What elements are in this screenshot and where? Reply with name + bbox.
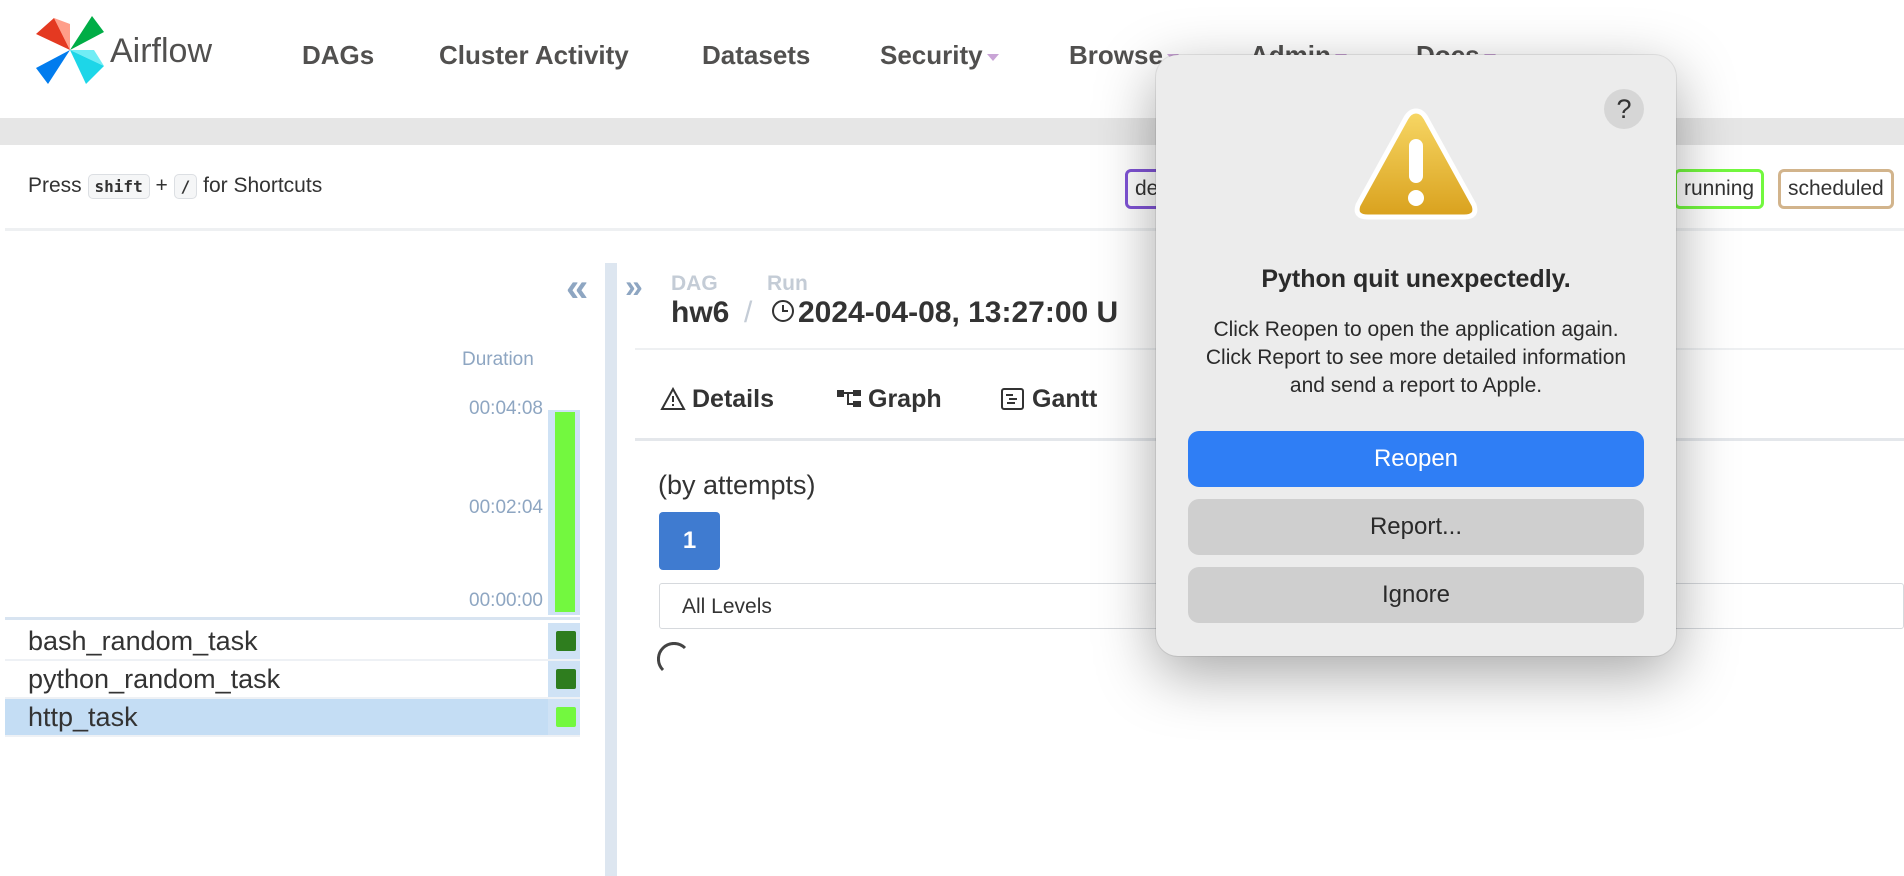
shift-key: shift (87, 174, 150, 199)
panel-resize-handle[interactable] (605, 263, 617, 876)
shortcuts-hint: Press shift + / for Shortcuts (28, 174, 323, 199)
dialog-message: Click Reopen to open the application aga… (1205, 318, 1627, 397)
task-name[interactable]: python_random_task (28, 664, 280, 695)
breadcrumb-dag-id[interactable]: hw6 (671, 296, 729, 330)
tab-gantt[interactable]: Gantt (1000, 385, 1097, 414)
log-level-value: All Levels (682, 595, 772, 618)
gantt-icon (1001, 388, 1024, 410)
nav-cluster-activity[interactable]: Cluster Activity (439, 40, 629, 71)
nav-dags[interactable]: DAGs (302, 40, 374, 71)
breadcrumb-dag-label: DAG (671, 272, 718, 295)
graph-icon (837, 390, 861, 407)
slash-key: / (173, 174, 198, 199)
airflow-logo[interactable] (34, 14, 106, 86)
duration-tick-zero: 00:00:00 (469, 590, 543, 611)
task-instance-status[interactable] (556, 707, 576, 727)
duration-label: Duration (462, 349, 534, 370)
run-duration-bar[interactable] (555, 412, 575, 612)
shortcuts-suffix: for Shortcuts (203, 174, 323, 197)
shortcuts-press-text: Press (28, 174, 82, 197)
nav-datasets[interactable]: Datasets (702, 40, 810, 71)
task-instance-status[interactable] (556, 669, 576, 689)
state-badge-scheduled[interactable]: scheduled (1778, 169, 1894, 209)
task-row[interactable]: python_random_task (5, 661, 580, 699)
breadcrumb-run-label: Run (767, 272, 808, 295)
task-row-selected[interactable]: http_task (5, 699, 580, 737)
report-button[interactable]: Report... (1188, 499, 1644, 555)
state-badge-running[interactable]: running (1674, 169, 1765, 209)
help-button[interactable]: ? (1604, 89, 1644, 129)
crash-dialog: ? Python quit unexpectedly. Click Reopen… (1156, 55, 1676, 656)
clock-icon (772, 300, 794, 322)
reopen-button[interactable]: Reopen (1188, 431, 1644, 487)
breadcrumb-separator: / (744, 296, 753, 329)
breadcrumb-run-id[interactable]: 2024-04-08, 13:27:00 U (798, 296, 1118, 330)
tab-details[interactable]: Details (660, 385, 774, 414)
task-row[interactable]: bash_random_task (5, 623, 580, 661)
duration-tick-mid: 00:02:04 (469, 497, 543, 518)
task-instance-status[interactable] (556, 631, 576, 651)
warning-icon (1354, 108, 1478, 220)
brand-name[interactable]: Airflow (110, 32, 212, 71)
nav-security[interactable]: Security (880, 40, 999, 71)
task-name[interactable]: http_task (28, 702, 138, 733)
task-name[interactable]: bash_random_task (28, 626, 258, 657)
tab-graph[interactable]: Graph (836, 385, 942, 414)
chevron-down-icon (986, 53, 999, 61)
attempt-button[interactable]: 1 (659, 512, 720, 570)
attempts-label: (by attempts) (658, 470, 816, 500)
ignore-button[interactable]: Ignore (1188, 567, 1644, 623)
warning-triangle-icon (660, 386, 686, 410)
loading-spinner-icon (657, 642, 687, 672)
duration-tick-max: 00:04:08 (469, 398, 543, 419)
expand-details-button[interactable]: » (625, 268, 643, 305)
dialog-title: Python quit unexpectedly. (1261, 265, 1571, 293)
plus-sign: + (155, 174, 168, 197)
collapse-grid-button[interactable]: « (566, 268, 588, 308)
divider (5, 617, 580, 620)
